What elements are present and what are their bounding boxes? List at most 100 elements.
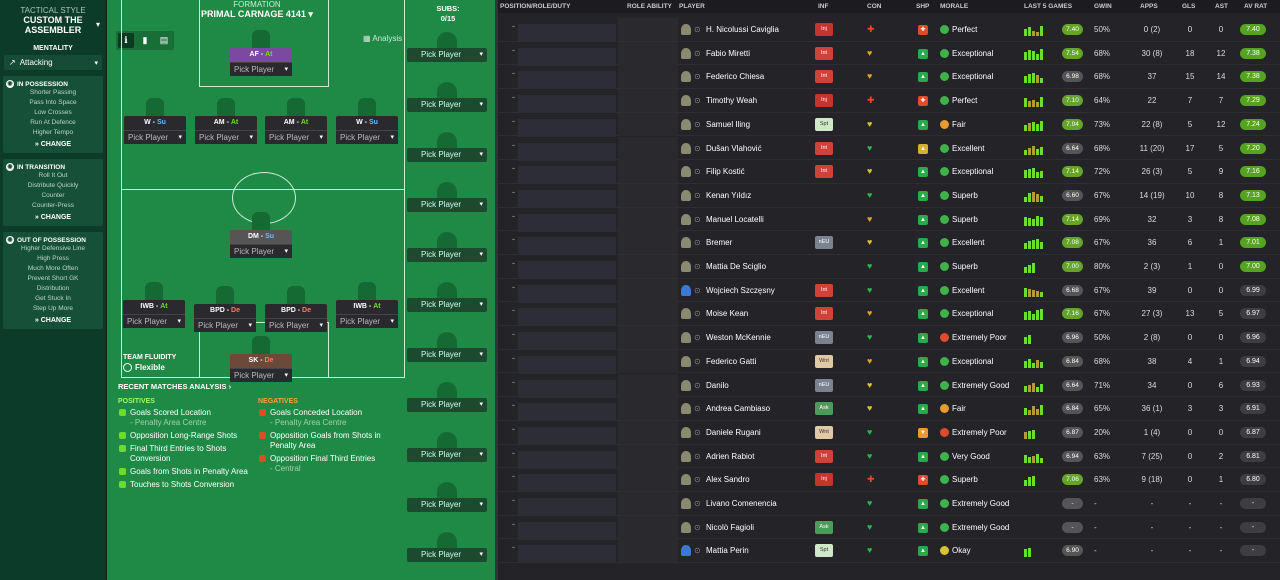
role-duty-selector[interactable]: AM - At [195, 116, 257, 130]
position-role-duty-cell[interactable]: - [510, 65, 616, 90]
position-role-duty-cell[interactable]: - [510, 468, 616, 493]
position-role-duty-cell[interactable]: - [510, 397, 616, 422]
pick-player-dropdown[interactable]: Pick Player [230, 62, 292, 77]
player-name[interactable]: Andrea Cambiaso [706, 404, 770, 413]
sub-slot[interactable]: Pick Player [407, 24, 489, 74]
mentality-dropdown[interactable]: ↗ Attacking ▾ [4, 55, 102, 70]
player-name[interactable]: Kenan Yıldız [706, 191, 751, 200]
player-name[interactable]: Adrien Rabiot [706, 452, 754, 461]
player-name[interactable]: Federico Chiesa [706, 72, 764, 81]
position-role-duty-cell[interactable]: - [510, 492, 616, 516]
table-row[interactable]: - ⊙ Manuel Locatelli ♥ ▲ Superb 7.14 69% 32 3 8 7.0… [498, 207, 1280, 232]
table-row[interactable]: - ⊙ Adrien Rabiot Int ♥ ▲ Very Good 6.94 63% 7 (2… [498, 444, 1280, 469]
pick-player-dropdown[interactable]: Pick Player [407, 298, 487, 312]
col-apps[interactable]: APPS [1140, 3, 1158, 10]
player-slot-bpd[interactable]: BPD - De Pick Player [194, 286, 256, 336]
col-avrat[interactable]: AV RAT [1244, 3, 1267, 10]
player-name[interactable]: Filip Kostić [706, 167, 745, 176]
pick-player-dropdown[interactable]: Pick Player [124, 130, 186, 145]
table-row[interactable]: - ⊙ Bremer nEU ♥ ▲ Excellent 7.08 67% 36 6 1 7.01 [498, 231, 1280, 256]
pick-player-dropdown[interactable]: Pick Player [407, 198, 487, 212]
pick-player-dropdown[interactable]: Pick Player [195, 130, 257, 145]
table-row[interactable]: - ⊙ Moise Kean Int ♥ ▲ Exceptional 7.16 67% 27 (3… [498, 302, 1280, 327]
position-role-duty-cell[interactable]: - [510, 184, 616, 208]
pick-player-dropdown[interactable]: Pick Player [194, 318, 256, 333]
table-row[interactable]: - ⊙ Samuel Iling Spt ♥ ▲ Fair 7.04 73% 22 (8) 5 12 7… [498, 112, 1280, 137]
tactical-style-selector[interactable]: TACTICAL STYLE CUSTOM THE ASSEMBLER ▾ [0, 0, 106, 35]
player-slot-af[interactable]: AF - At Pick Player [230, 30, 292, 80]
table-row[interactable]: - ⊙ Wojciech Szczęsny Int ♥ ▲ Excellent 6.68 67%… [498, 278, 1280, 303]
player-name[interactable]: Federico Gatti [706, 357, 756, 366]
table-row[interactable]: - ⊙ Fabio Miretti Int ♥ ▲ Exceptional 7.54 68% 30… [498, 41, 1280, 66]
sub-slot[interactable]: Pick Player [407, 474, 489, 524]
col-position[interactable]: POSITION/ROLE/DUTY [500, 3, 570, 10]
col-con[interactable]: CON [867, 3, 881, 10]
player-slot-w[interactable]: W - Su Pick Player [336, 98, 398, 148]
position-role-duty-cell[interactable]: - [510, 350, 616, 374]
position-role-duty-cell[interactable]: - [510, 516, 616, 540]
position-role-duty-cell[interactable]: - [510, 374, 616, 398]
table-row[interactable]: - ⊙ Alex Sandro Inj ✚ ✚ Superb 7.06 63% 9 (18) 0 1 6… [498, 468, 1280, 493]
table-row[interactable]: - ⊙ Kenan Yıldız ♥ ▲ Superb 6.60 67% 14 (19) 10 8 7… [498, 183, 1280, 208]
player-name[interactable]: Mattia De Sciglio [706, 262, 766, 271]
sub-slot[interactable]: Pick Player [407, 524, 489, 574]
pick-player-dropdown[interactable]: Pick Player [407, 448, 487, 462]
player-name[interactable]: Manuel Locatelli [706, 215, 764, 224]
player-name[interactable]: Danilo [706, 381, 729, 390]
pick-player-dropdown[interactable]: Pick Player [407, 398, 487, 412]
role-duty-selector[interactable]: BPD - De [265, 304, 327, 318]
sub-slot[interactable]: Pick Player [407, 174, 489, 224]
table-row[interactable]: - ⊙ Mattia Perin Spt ♥ ▲ Okay 6.90 - - - - - [498, 539, 1280, 564]
pick-player-dropdown[interactable]: Pick Player [407, 148, 487, 162]
pick-player-dropdown[interactable]: Pick Player [407, 98, 487, 112]
pick-player-dropdown[interactable]: Pick Player [407, 548, 487, 562]
table-row[interactable]: - ⊙ Danilo nEU ♥ ▲ Extremely Good 6.64 71% 34 0 6 6.… [498, 373, 1280, 398]
role-duty-selector[interactable]: W - Su [336, 116, 398, 130]
player-name[interactable]: Fabio Miretti [706, 49, 750, 58]
player-name[interactable]: Weston McKennie [706, 333, 771, 342]
sub-slot[interactable]: Pick Player [407, 224, 489, 274]
role-duty-selector[interactable]: AF - At [230, 48, 292, 62]
pick-player-dropdown[interactable]: Pick Player [407, 248, 487, 262]
player-slot-am[interactable]: AM - At Pick Player [195, 98, 257, 148]
player-slot-iwb[interactable]: IWB - At Pick Player [336, 282, 398, 332]
pick-player-dropdown[interactable]: Pick Player [230, 244, 292, 259]
table-row[interactable]: - ⊙ Nicolò Fagioli Ask ♥ ▲ Extremely Good - - - - -… [498, 515, 1280, 540]
table-row[interactable]: - ⊙ Weston McKennie nEU ♥ ▲ Extremely Poor 6.96… [498, 326, 1280, 351]
col-morale[interactable]: MORALE [940, 3, 968, 10]
pick-player-dropdown[interactable]: Pick Player [123, 314, 185, 329]
table-row[interactable]: - ⊙ H. Nicolussi Caviglia Inj ✚ ✚ Perfect 7.40 5… [498, 18, 1280, 42]
player-slot-sk[interactable]: SK - De Pick Player [230, 336, 292, 386]
position-role-duty-cell[interactable]: - [510, 421, 616, 445]
change-button[interactable]: » CHANGE [6, 214, 100, 221]
col-shp[interactable]: SHP [916, 3, 929, 10]
position-role-duty-cell[interactable]: - [510, 231, 616, 256]
position-role-duty-cell[interactable]: - [510, 255, 616, 279]
sub-slot[interactable]: Pick Player [407, 274, 489, 324]
table-row[interactable]: - ⊙ Andrea Cambiaso Ask ♥ ▲ Fair 6.84 65% 36 (1) 3… [498, 397, 1280, 422]
table-row[interactable]: - ⊙ Dušan Vlahović Int ♥ ▲ Excellent 6.64 68% 11 … [498, 136, 1280, 161]
position-role-duty-cell[interactable]: - [510, 89, 616, 114]
col-gls[interactable]: GLS [1182, 3, 1195, 10]
table-row[interactable]: - ⊙ Mattia De Sciglio ♥ ▲ Superb 7.00 80% 2 (3) 1… [498, 255, 1280, 279]
role-duty-selector[interactable]: IWB - At [123, 300, 185, 314]
sub-slot[interactable]: Pick Player [407, 74, 489, 124]
col-last5[interactable]: LAST 5 GAMES [1024, 3, 1072, 10]
change-button[interactable]: » CHANGE [6, 141, 100, 148]
role-duty-selector[interactable]: IWB - At [336, 300, 398, 314]
player-name[interactable]: Mattia Perin [706, 546, 749, 555]
position-role-duty-cell[interactable]: - [510, 302, 616, 327]
role-duty-selector[interactable]: BPD - De [194, 304, 256, 318]
recent-matches-analysis-link[interactable]: RECENT MATCHES ANALYSIS › [118, 382, 231, 391]
col-player[interactable]: PLAYER [679, 3, 705, 10]
pick-player-dropdown[interactable]: Pick Player [336, 314, 398, 329]
position-role-duty-cell[interactable]: - [510, 18, 616, 42]
position-role-duty-cell[interactable]: - [510, 326, 616, 351]
sub-slot[interactable]: Pick Player [407, 324, 489, 374]
pick-player-dropdown[interactable]: Pick Player [336, 130, 398, 145]
player-name[interactable]: Moise Kean [706, 309, 748, 318]
player-name[interactable]: Alex Sandro [706, 475, 750, 484]
player-slot-iwb[interactable]: IWB - At Pick Player [123, 282, 185, 332]
table-row[interactable]: - ⊙ Federico Chiesa Int ♥ ▲ Exceptional 6.98 68%… [498, 65, 1280, 90]
player-name[interactable]: Samuel Iling [706, 120, 750, 129]
